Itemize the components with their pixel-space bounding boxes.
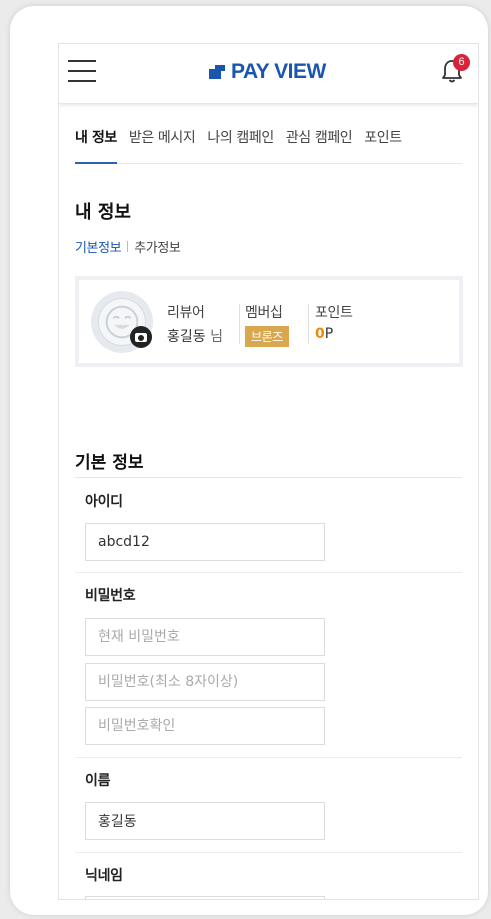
top-bar: PAY VIEW 6: [59, 44, 478, 104]
device-frame: PAY VIEW 6 내 정보 받은 메시지 나의 캠페인 관심 캠페인 포인트…: [10, 6, 488, 915]
membership-label: 멤버십: [245, 305, 283, 321]
tab-my-info[interactable]: 내 정보: [75, 126, 117, 164]
notification-badge: 6: [453, 54, 470, 71]
user-name: 홍길동: [167, 329, 206, 345]
logo-mark-icon: [209, 65, 225, 79]
column-divider: [308, 304, 309, 344]
points-label: 포인트: [315, 305, 353, 321]
reviewer-column: 리뷰어 홍길동 님: [167, 302, 223, 346]
new-password-input[interactable]: [85, 663, 325, 701]
divider: [75, 572, 462, 573]
column-divider: [239, 304, 240, 344]
grade-badge: 브론즈: [245, 326, 289, 347]
points-column: 포인트 0P: [315, 302, 353, 342]
divider: [75, 477, 462, 478]
points-value: 0: [315, 326, 325, 342]
role-label: 리뷰어: [167, 305, 205, 321]
main-tabs: 내 정보 받은 메시지 나의 캠페인 관심 캠페인 포인트: [75, 126, 462, 164]
divider: [75, 852, 462, 853]
logo-text: PAY VIEW: [231, 60, 326, 83]
tab-my-campaigns[interactable]: 나의 캠페인: [207, 126, 274, 164]
profile-card: 리뷰어 홍길동 님 멤버십 브론즈 포인트 0P: [75, 276, 463, 367]
tab-received-messages[interactable]: 받은 메시지: [129, 126, 196, 164]
tab-interest-campaigns[interactable]: 관심 캠페인: [286, 126, 353, 164]
divider: [75, 757, 462, 758]
logo[interactable]: PAY VIEW: [209, 60, 326, 84]
name-input[interactable]: [85, 802, 325, 840]
menu-icon[interactable]: [68, 60, 96, 82]
current-password-input[interactable]: [85, 618, 325, 656]
user-name-line: 홍길동 님: [167, 326, 223, 346]
name-suffix: 님: [210, 329, 223, 345]
subtab-additional-info[interactable]: 추가정보: [134, 237, 181, 256]
subtab-divider: [127, 241, 129, 252]
id-label: 아이디: [85, 494, 123, 510]
id-input[interactable]: [85, 523, 325, 561]
tab-points[interactable]: 포인트: [364, 126, 402, 164]
page-title: 내 정보: [75, 202, 131, 223]
form-section-title: 기본 정보: [75, 453, 144, 473]
nickname-label: 닉네임: [85, 868, 123, 884]
points-unit: P: [324, 326, 334, 342]
membership-column: 멤버십 브론즈: [245, 302, 289, 347]
subtab-basic-info[interactable]: 기본정보: [75, 237, 122, 256]
name-label: 이름: [85, 773, 111, 789]
nickname-input[interactable]: [85, 896, 325, 899]
confirm-password-input[interactable]: [85, 707, 325, 745]
app-screen: PAY VIEW 6 내 정보 받은 메시지 나의 캠페인 관심 캠페인 포인트…: [58, 43, 479, 900]
sub-tabs: 기본정보 추가정보: [75, 237, 181, 256]
password-label: 비밀번호: [85, 588, 136, 604]
camera-icon[interactable]: [130, 326, 152, 348]
